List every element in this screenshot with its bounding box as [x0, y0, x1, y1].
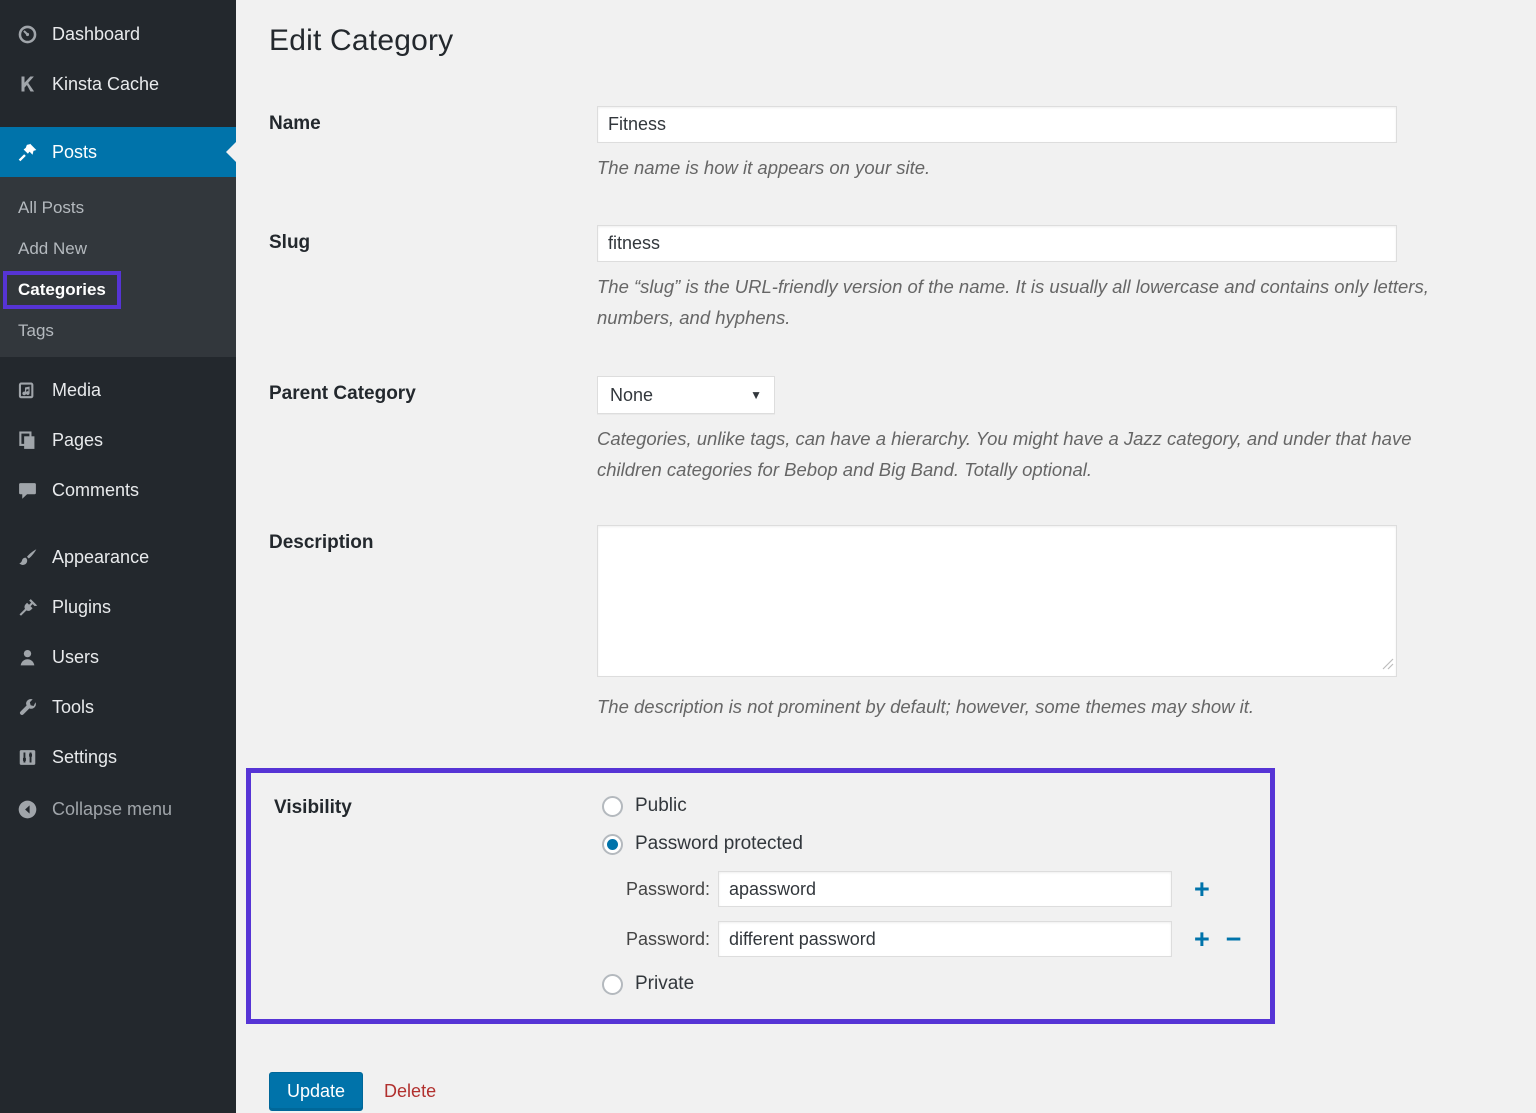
- name-row: Name The name is how it appears on your …: [269, 106, 1536, 183]
- password-input-2[interactable]: [718, 921, 1172, 957]
- dashboard-gauge-icon: [15, 24, 39, 45]
- parent-category-help-text: Categories, unlike tags, can have a hier…: [597, 423, 1442, 485]
- parent-category-selected-value: None: [610, 385, 653, 406]
- wrench-icon: [15, 697, 39, 718]
- visibility-label: Visibility: [274, 795, 602, 819]
- description-help-text: The description is not prominent by defa…: [597, 691, 1442, 722]
- sidebar-item-label: Dashboard: [52, 24, 140, 45]
- sidebar-item-label: Tools: [52, 697, 94, 718]
- visibility-option-password-protected: Password protected: [602, 833, 1270, 855]
- password-label: Password:: [616, 879, 710, 900]
- sidebar-item-label: Users: [52, 647, 99, 668]
- sidebar-item-plugins[interactable]: Plugins: [0, 582, 236, 632]
- slug-input[interactable]: [597, 225, 1397, 262]
- dropdown-arrow-icon: ▼: [750, 388, 762, 402]
- description-textarea[interactable]: [597, 525, 1397, 677]
- private-radio-label[interactable]: Private: [635, 973, 694, 995]
- sidebar-item-label: Comments: [52, 480, 139, 501]
- description-label: Description: [269, 525, 597, 554]
- wordpress-admin: Dashboard Kinsta Cache Posts All Posts A…: [0, 0, 1536, 1113]
- name-input[interactable]: [597, 106, 1397, 143]
- parent-category-label: Parent Category: [269, 376, 597, 405]
- edit-category-page: Edit Category Name The name is how it ap…: [236, 0, 1536, 1113]
- sidebar-item-media[interactable]: Media: [0, 365, 236, 415]
- sidebar-separator: [0, 109, 236, 127]
- slug-help-text: The “slug” is the URL-friendly version o…: [597, 271, 1442, 333]
- password-protected-radio[interactable]: [602, 834, 623, 855]
- sidebar-item-dashboard[interactable]: Dashboard: [0, 9, 236, 59]
- sidebar-item-label: Settings: [52, 747, 117, 768]
- form-actions: Update Delete: [269, 1072, 1536, 1111]
- password-row-2: Password: + −: [616, 921, 1270, 957]
- add-password-button[interactable]: +: [1194, 876, 1210, 903]
- visibility-option-public: Public: [602, 795, 1270, 817]
- comment-bubble-icon: [15, 480, 39, 501]
- remove-password-button[interactable]: −: [1226, 926, 1242, 953]
- delete-link[interactable]: Delete: [384, 1081, 436, 1102]
- sidebar-item-label: Plugins: [52, 597, 111, 618]
- sidebar-item-comments[interactable]: Comments: [0, 465, 236, 515]
- sidebar-item-appearance[interactable]: Appearance: [0, 532, 236, 582]
- pages-icon: [15, 430, 39, 451]
- sidebar-item-collapse-menu[interactable]: Collapse menu: [0, 784, 236, 834]
- paintbrush-icon: [15, 547, 39, 568]
- sidebar-item-users[interactable]: Users: [0, 632, 236, 682]
- categories-highlight-box: Categories: [3, 271, 121, 309]
- sidebar-item-tools[interactable]: Tools: [0, 682, 236, 732]
- submenu-item-categories[interactable]: Categories: [0, 269, 236, 310]
- name-help-text: The name is how it appears on your site.: [597, 152, 1442, 183]
- parent-category-select[interactable]: None ▼: [597, 376, 775, 414]
- sidebar-item-label: Media: [52, 380, 101, 401]
- page-title: Edit Category: [269, 24, 1536, 58]
- submenu-item-label: Add New: [18, 239, 87, 259]
- description-row: Description The description is not promi…: [269, 525, 1536, 722]
- sidebar-item-pages[interactable]: Pages: [0, 415, 236, 465]
- visibility-highlight-box: Visibility Public Password protected Pas…: [246, 768, 1275, 1024]
- sidebar-item-settings[interactable]: Settings: [0, 732, 236, 782]
- submenu-item-all-posts[interactable]: All Posts: [0, 187, 236, 228]
- name-label: Name: [269, 106, 597, 135]
- parent-category-row: Parent Category None ▼ Categories, unlik…: [269, 376, 1536, 485]
- sidebar-item-label: Pages: [52, 430, 103, 451]
- collapse-arrow-icon: [15, 799, 39, 820]
- media-icon: [15, 380, 39, 401]
- sidebar-item-label: Posts: [52, 142, 97, 163]
- password-input-1[interactable]: [718, 871, 1172, 907]
- posts-submenu: All Posts Add New Categories Tags: [0, 177, 236, 357]
- plug-icon: [15, 597, 39, 618]
- private-radio[interactable]: [602, 974, 623, 995]
- password-label: Password:: [616, 929, 710, 950]
- sidebar-separator: [0, 515, 236, 532]
- submenu-item-label: Tags: [18, 321, 54, 341]
- sidebar-spacer: [0, 357, 236, 365]
- admin-sidebar: Dashboard Kinsta Cache Posts All Posts A…: [0, 0, 236, 1113]
- kinsta-k-icon: [15, 74, 39, 94]
- add-password-button[interactable]: +: [1194, 926, 1210, 953]
- public-radio-label[interactable]: Public: [635, 795, 687, 817]
- submenu-item-label: Categories: [18, 280, 106, 299]
- slug-label: Slug: [269, 225, 597, 254]
- public-radio[interactable]: [602, 796, 623, 817]
- pushpin-icon: [15, 142, 39, 163]
- submenu-item-add-new[interactable]: Add New: [0, 228, 236, 269]
- settings-sliders-icon: [15, 747, 39, 768]
- sidebar-item-posts[interactable]: Posts: [0, 127, 236, 177]
- password-row-1: Password: +: [616, 871, 1270, 907]
- visibility-row: Visibility Public Password protected Pas…: [274, 795, 1270, 995]
- submenu-item-tags[interactable]: Tags: [0, 310, 236, 351]
- password-protected-radio-label[interactable]: Password protected: [635, 833, 803, 855]
- sidebar-item-label: Collapse menu: [52, 799, 172, 820]
- submenu-item-label: All Posts: [18, 198, 84, 218]
- sidebar-item-kinsta-cache[interactable]: Kinsta Cache: [0, 59, 236, 109]
- user-icon: [15, 647, 39, 668]
- visibility-option-private: Private: [602, 973, 1270, 995]
- slug-row: Slug The “slug” is the URL-friendly vers…: [269, 225, 1536, 333]
- sidebar-item-label: Kinsta Cache: [52, 74, 159, 95]
- update-button[interactable]: Update: [269, 1072, 363, 1111]
- sidebar-item-label: Appearance: [52, 547, 149, 568]
